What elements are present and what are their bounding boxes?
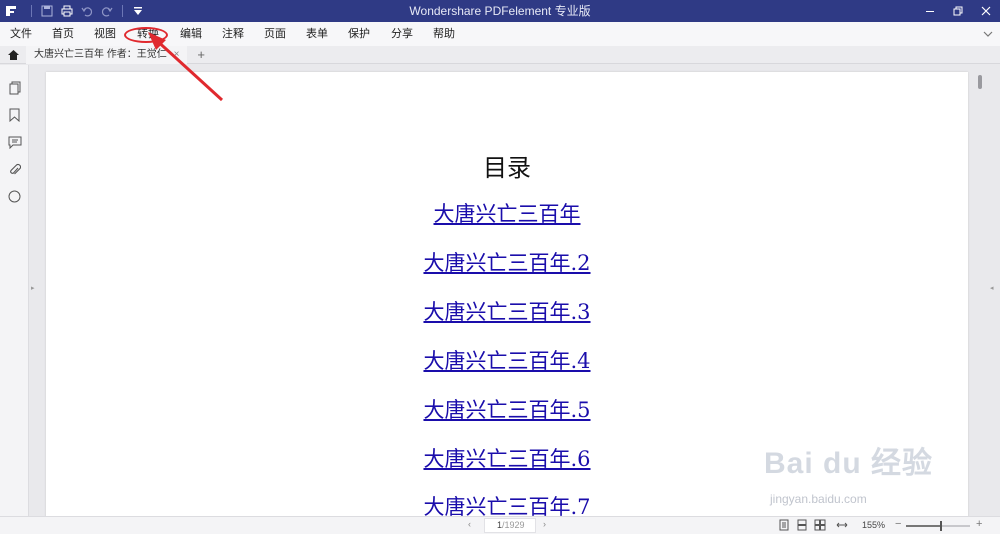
menu-file[interactable]: 文件 [10, 22, 32, 46]
toolbar-divider [31, 5, 32, 17]
toc-link-6[interactable]: 大唐兴亡三百年.6 [46, 443, 968, 473]
menu-home[interactable]: 首页 [52, 22, 74, 46]
page-number-input[interactable]: 1/1929 [484, 518, 536, 533]
menu-form[interactable]: 表单 [306, 22, 328, 46]
customize-toolbar-icon[interactable] [130, 3, 146, 19]
menu-share[interactable]: 分享 [391, 22, 413, 46]
minimize-icon[interactable] [916, 0, 944, 22]
toc-link-1[interactable]: 大唐兴亡三百年 [46, 198, 968, 228]
chevron-down-icon[interactable] [982, 28, 994, 40]
zoom-slider-handle[interactable] [940, 521, 943, 531]
next-page-button[interactable]: › [543, 519, 546, 529]
single-page-view-icon[interactable] [778, 519, 790, 531]
document-tab[interactable]: 大唐兴亡三百年 作者：王觉仁 × [26, 45, 188, 64]
document-viewport[interactable]: 目录 大唐兴亡三百年 大唐兴亡三百年.2 大唐兴亡三百年.3 大唐兴亡三百年.4… [37, 65, 970, 516]
toc-link-4[interactable]: 大唐兴亡三百年.4 [46, 345, 968, 375]
close-tab-icon[interactable]: × [174, 49, 180, 60]
bookmark-icon[interactable] [7, 107, 22, 122]
zoom-level[interactable]: 155% [862, 520, 885, 530]
toc-link-5[interactable]: 大唐兴亡三百年.5 [46, 394, 968, 424]
comment-icon[interactable] [7, 135, 22, 150]
undo-icon[interactable] [79, 3, 95, 19]
menu-edit[interactable]: 编辑 [180, 22, 202, 46]
fit-width-icon[interactable] [836, 519, 848, 531]
menu-page[interactable]: 页面 [264, 22, 286, 46]
toc-link-7[interactable]: 大唐兴亡三百年.7 [46, 491, 968, 516]
redo-icon[interactable] [99, 3, 115, 19]
two-page-view-icon[interactable] [814, 519, 826, 531]
title-bar: Wondershare PDFelement 专业版 [0, 0, 1000, 22]
menu-help[interactable]: 帮助 [433, 22, 455, 46]
toc-link-2[interactable]: 大唐兴亡三百年.2 [46, 247, 968, 277]
app-logo-icon[interactable] [0, 0, 22, 22]
restore-icon[interactable] [944, 0, 972, 22]
add-tab-button[interactable]: + [197, 46, 205, 64]
scrollbar-thumb[interactable] [978, 75, 982, 89]
toolbar-divider [122, 5, 123, 17]
save-icon[interactable] [39, 3, 55, 19]
menu-view[interactable]: 视图 [94, 22, 116, 46]
toc-heading: 目录 [483, 154, 531, 182]
zoom-slider-fill [906, 525, 942, 527]
menu-bar: 文件 首页 视图 转换 编辑 注释 页面 表单 保护 分享 帮助 [0, 22, 1000, 46]
previous-page-button[interactable]: ‹ [468, 519, 471, 529]
vertical-scrollbar[interactable] [972, 65, 988, 516]
menu-comment[interactable]: 注释 [222, 22, 244, 46]
toc-link-3[interactable]: 大唐兴亡三百年.3 [46, 296, 968, 326]
document-tab-bar: 大唐兴亡三百年 作者：王觉仁 × + [0, 45, 1000, 64]
left-panel-expand-icon[interactable]: ▸ [31, 284, 35, 292]
search-circle-icon[interactable] [7, 189, 22, 204]
zoom-slider[interactable] [906, 525, 970, 527]
right-panel-expand-icon[interactable]: ◂ [990, 284, 994, 292]
quick-access-toolbar [28, 3, 146, 19]
continuous-view-icon[interactable] [796, 519, 808, 531]
attachment-icon[interactable] [7, 162, 22, 177]
window-controls [916, 0, 1000, 22]
status-bar: ‹ 1/1929 › 155% − + [0, 516, 1000, 534]
thumbnails-icon[interactable] [7, 80, 22, 95]
window-title: Wondershare PDFelement 专业版 [409, 4, 591, 18]
menu-protect[interactable]: 保护 [348, 22, 370, 46]
menu-convert[interactable]: 转换 [137, 22, 159, 46]
zoom-in-button[interactable]: + [976, 518, 982, 530]
zoom-out-button[interactable]: − [895, 518, 901, 530]
left-side-panel [0, 65, 29, 516]
document-tab-label: 大唐兴亡三百年 作者：王觉仁 [34, 48, 167, 60]
close-window-icon[interactable] [972, 0, 1000, 22]
total-pages: /1929 [502, 520, 525, 530]
home-icon[interactable] [0, 46, 26, 64]
print-icon[interactable] [59, 3, 75, 19]
pdf-page: 目录 大唐兴亡三百年 大唐兴亡三百年.2 大唐兴亡三百年.3 大唐兴亡三百年.4… [46, 72, 968, 516]
